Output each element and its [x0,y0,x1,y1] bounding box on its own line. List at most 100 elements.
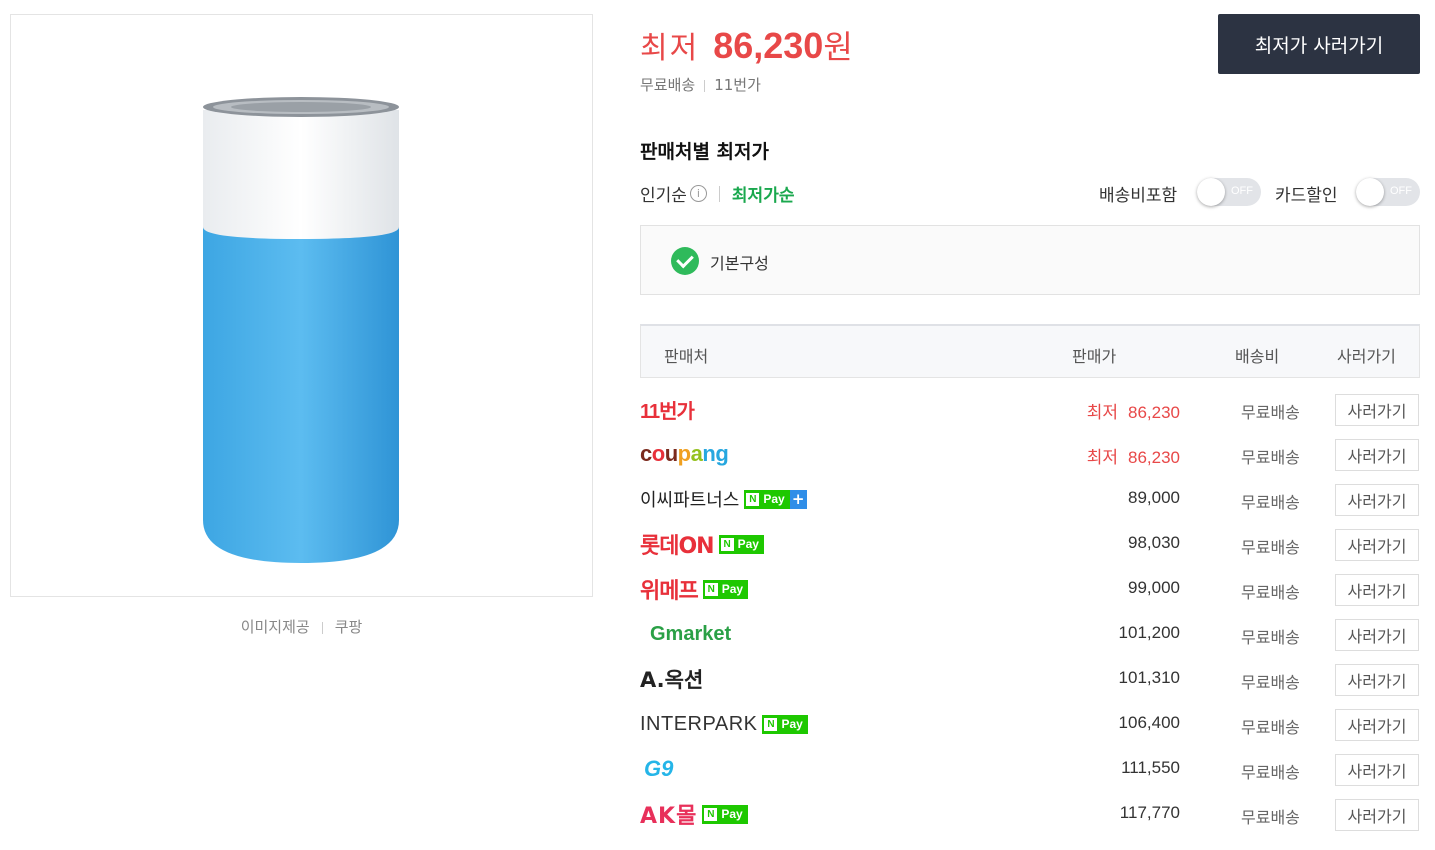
toggle-knob [1356,178,1384,206]
table-row: 11번가 최저 86,230 무료배송 사러가기 [640,394,1420,439]
seller-name: 이씨파트너스 [640,490,740,511]
seller-lotteon[interactable]: 롯데ON N Pay [640,529,764,559]
row-shipping: 무료배송 [1241,448,1300,467]
row-shipping: 무료배송 [1241,673,1300,692]
seller-logo-coupang: coupang [640,441,729,466]
seller-logo-auction: A.옥션 [640,668,704,692]
header-price: 판매가 [1072,347,1117,366]
npay-plus-icon: + [789,489,807,509]
table-row: INTERPARK N Pay 106,400 무료배송 사러가기 [640,709,1420,754]
row-price: 101,200 [1118,623,1180,642]
row-shipping: 무료배송 [1241,583,1300,602]
npay-badge: N Pay [718,534,764,554]
table-row: Gmarket 101,200 무료배송 사러가기 [640,619,1420,664]
row-price: 106,400 [1118,713,1180,732]
price-unit: 원 [823,28,853,66]
seller-logo-lotteon: 롯데ON [640,534,715,559]
npay-badge: N Pay [702,804,748,824]
seller-akmall[interactable]: AK몰 N Pay [640,799,748,829]
toggle-state: OFF [1390,185,1412,197]
npay-badge: N Pay [762,714,808,734]
table-row: A.옥션 101,310 무료배송 사러가기 [640,664,1420,709]
lowest-price-info: 무료배송 11번가 [640,74,761,95]
store-name: 11번가 [714,76,761,94]
section-title: 판매처별 최저가 [640,141,769,163]
buy-button[interactable]: 사러가기 [1335,529,1419,561]
naver-n-icon: N [746,492,760,506]
row-price: 117,770 [1119,803,1180,822]
seller-coupang[interactable]: coupang [640,439,729,469]
check-icon [671,247,699,275]
npay-badge: N Pay [702,579,749,599]
naver-n-icon: N [764,717,778,731]
row-price: 최저 86,230 [1087,443,1180,468]
shipping-include-toggle[interactable]: OFF [1197,178,1261,206]
divider [718,185,720,202]
image-credit-label: 이미지제공 [240,618,310,636]
buy-button[interactable]: 사러가기 [1335,394,1419,426]
seller-eci-partners[interactable]: 이씨파트너스 N Pay + [640,484,807,514]
row-shipping: 무료배송 [1241,403,1300,422]
row-shipping: 무료배송 [1241,763,1300,782]
npay-label: Pay [721,582,744,596]
row-price: 89,000 [1128,488,1180,507]
table-row: coupang 최저 86,230 무료배송 사러가기 [640,439,1420,484]
shipping-info: 무료배송 [640,76,696,94]
seller-gmarket[interactable]: Gmarket [640,619,731,649]
air-purifier-image [203,97,399,563]
npay-badge: N Pay [744,489,790,509]
npay-label: Pay [721,807,743,821]
price-value: 86,230 [1128,403,1180,422]
seller-interpark[interactable]: INTERPARK N Pay [640,709,808,739]
sort-popular[interactable]: 인기순 [640,181,687,206]
seller-table-header: 판매처 판매가 배송비 사러가기 [640,324,1420,378]
table-row: 이씨파트너스 N Pay + 89,000 무료배송 사러가기 [640,484,1420,529]
seller-logo-11st: 11번가 [640,400,695,423]
buy-button[interactable]: 사러가기 [1335,484,1419,516]
info-icon[interactable]: i [689,185,707,202]
buy-button[interactable]: 사러가기 [1335,754,1419,786]
sort-lowest[interactable]: 최저가순 [732,181,795,206]
seller-logo-g9: G9 [644,756,674,781]
table-row: AK몰 N Pay 117,770 무료배송 사러가기 [640,799,1420,844]
table-row: 위메프 N Pay 99,000 무료배송 사러가기 [640,574,1420,619]
image-credit-source: 쿠팡 [334,618,363,636]
npay-label: Pay [781,717,803,731]
seller-auction[interactable]: A.옥션 [640,664,703,694]
lowest-price-value: 86,230 [713,25,824,66]
row-price: 101,310 [1118,668,1180,687]
table-row: 롯데ON N Pay 98,030 무료배송 사러가기 [640,529,1420,574]
naver-n-icon: N [704,807,718,821]
row-shipping: 무료배송 [1241,718,1300,737]
row-price: 111,550 [1121,758,1180,777]
seller-wemakeprice[interactable]: 위메프 N Pay [640,574,749,604]
option-basic[interactable]: 기본구성 [640,225,1420,295]
buy-lowest-button[interactable]: 최저가 사러가기 [1218,14,1420,74]
row-price: 98,030 [1128,533,1180,552]
divider [321,621,323,634]
price-value: 86,230 [1128,448,1180,467]
buy-button[interactable]: 사러가기 [1335,799,1419,831]
option-label: 기본구성 [710,254,769,273]
seller-logo-wemakeprice: 위메프 [640,579,699,604]
buy-button[interactable]: 사러가기 [1335,574,1419,606]
divider [704,79,706,92]
table-row: G9 111,550 무료배송 사러가기 [640,754,1420,799]
image-credit: 이미지제공 쿠팡 [10,616,593,637]
seller-g9[interactable]: G9 [640,754,673,784]
seller-logo-interpark: INTERPARK [640,712,758,735]
row-shipping: 무료배송 [1241,493,1300,512]
row-price: 최저 86,230 [1087,398,1180,423]
header-seller: 판매처 [664,347,709,366]
card-discount-toggle[interactable]: OFF [1356,178,1420,206]
card-discount-label: 카드할인 [1275,186,1338,206]
buy-button[interactable]: 사러가기 [1335,709,1419,741]
npay-label: Pay [737,537,759,551]
seller-logo-gmarket: Gmarket [650,622,732,645]
buy-button[interactable]: 사러가기 [1335,619,1419,651]
naver-n-icon: N [720,537,734,551]
seller-11st[interactable]: 11번가 [640,394,695,424]
toggle-knob [1197,178,1225,206]
buy-button[interactable]: 사러가기 [1335,439,1419,471]
buy-button[interactable]: 사러가기 [1335,664,1419,696]
